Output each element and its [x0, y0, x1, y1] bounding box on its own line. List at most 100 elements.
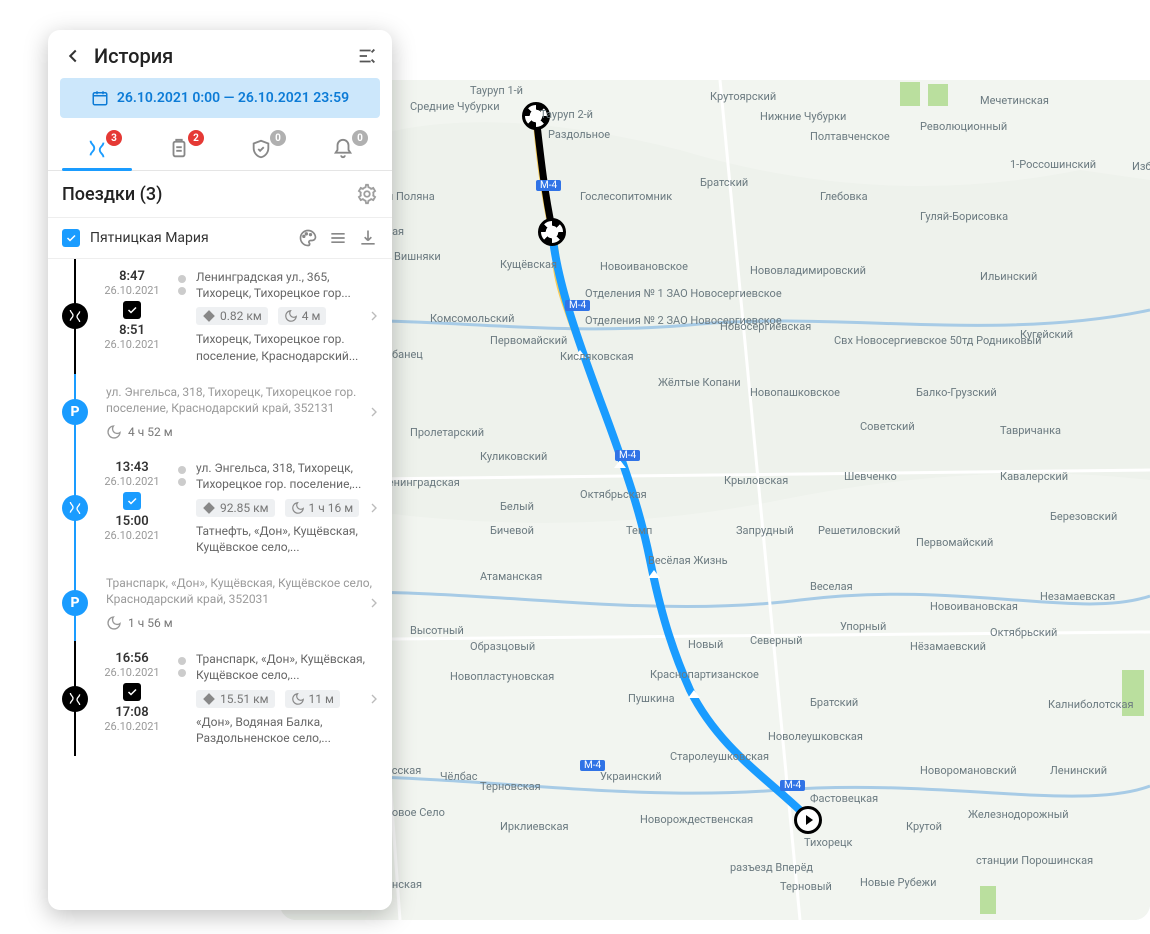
trip-end-date: 26.10.2021	[96, 529, 168, 542]
trip-end-addr: Татнефть, «Дон», Кущёвская, Кущёвское се…	[196, 523, 380, 555]
stop-addr: ул. Энгельса, 318, Тихорецк, Тихорецкое …	[106, 384, 380, 416]
trip-item[interactable]: 13:43 26.10.2021 15:00 26.10.2021 ул. Эн…	[48, 450, 392, 565]
chevron-right-icon	[366, 500, 382, 516]
gear-icon	[356, 183, 378, 205]
trip-start-date: 26.10.2021	[96, 284, 168, 297]
stop-duration: 1 ч 56 м	[106, 615, 380, 631]
parking-node-icon: P	[62, 399, 88, 425]
date-range-text: 26.10.2021 0:00 — 26.10.2021 23:59	[117, 90, 349, 106]
date-range-button[interactable]: 26.10.2021 0:00 — 26.10.2021 23:59	[60, 78, 380, 118]
check-icon	[126, 304, 138, 316]
shield-icon	[250, 138, 272, 160]
trip-node-icon	[62, 495, 88, 521]
chevron-right-icon	[366, 404, 382, 420]
trip-item[interactable]: 8:47 26.10.2021 8:51 26.10.2021 Ленингра…	[48, 259, 392, 374]
trip-end-time: 8:51	[96, 323, 168, 338]
route-icon	[86, 138, 108, 160]
trip-distance: 15.51 км	[196, 690, 275, 708]
palette-icon	[298, 228, 318, 248]
trip-checkbox[interactable]	[123, 301, 141, 319]
trip-list[interactable]: 8:47 26.10.2021 8:51 26.10.2021 Ленингра…	[48, 259, 392, 910]
moon-icon	[106, 424, 122, 440]
tabs: 3 2 0 0	[48, 128, 392, 171]
map-marker-end-2[interactable]	[538, 218, 566, 246]
list-icon	[328, 228, 348, 248]
trip-checkbox[interactable]	[123, 492, 141, 510]
trip-node-icon	[62, 303, 88, 329]
trip-start-time-col: 13:43 26.10.2021 15:00 26.10.2021	[96, 460, 168, 542]
route-icon	[67, 308, 83, 324]
moon-icon	[291, 501, 305, 515]
trip-dots	[176, 651, 188, 679]
route-icon	[67, 691, 83, 707]
chevron-right-icon	[366, 595, 382, 611]
history-panel: История 26.10.2021 0:00 — 26.10.2021 23:…	[48, 30, 392, 910]
tab-reports[interactable]: 2	[138, 128, 220, 170]
check-icon	[126, 686, 138, 698]
direction-icon	[202, 309, 216, 323]
tab-alerts-badge: 0	[352, 130, 368, 146]
tab-trips[interactable]: 3	[56, 128, 138, 170]
parking-node-icon: P	[62, 590, 88, 616]
trip-dots	[176, 460, 188, 488]
route-icon	[67, 500, 83, 516]
tab-reports-badge: 2	[188, 130, 204, 146]
trip-start-time: 16:56	[96, 651, 168, 666]
calendar-icon	[91, 89, 109, 107]
map-area[interactable]: КрасныйСредние ЧубуркиТауруп 1-йТауруп 2…	[280, 80, 1150, 920]
section-title: Поездки (3)	[62, 184, 356, 205]
user-checkbox[interactable]	[62, 229, 80, 247]
direction-icon	[202, 501, 216, 515]
check-icon	[65, 232, 77, 244]
panel-header: История	[48, 30, 392, 78]
direction-icon	[202, 692, 216, 706]
tab-violations-badge: 0	[270, 130, 286, 146]
trip-distance: 0.82 км	[196, 307, 268, 325]
filter-button[interactable]	[356, 45, 378, 67]
panel-title: История	[94, 44, 356, 68]
download-button[interactable]	[358, 228, 378, 248]
trip-item[interactable]: 16:56 26.10.2021 17:08 26.10.2021 Трансп…	[48, 641, 392, 756]
section-head: Поездки (3)	[48, 171, 392, 218]
trip-dots	[176, 269, 188, 297]
map-marker-end-1[interactable]	[522, 102, 550, 130]
moon-icon	[291, 692, 305, 706]
stop-item[interactable]: P Транспарк, «Дон», Кущёвская, Кущёвское…	[48, 565, 392, 641]
trip-end-date: 26.10.2021	[96, 720, 168, 733]
back-button[interactable]	[62, 45, 84, 67]
trip-start-addr: ул. Энгельса, 318, Тихорецк, Тихорецкое …	[196, 460, 380, 492]
list-button[interactable]	[328, 228, 348, 248]
trip-start-addr: Транспарк, «Дон», Кущёвская, Кущёвское с…	[196, 651, 380, 683]
trip-checkbox[interactable]	[123, 683, 141, 701]
stop-duration: 4 ч 52 м	[106, 424, 380, 440]
moon-icon	[284, 309, 298, 323]
clipboard-icon	[168, 138, 190, 160]
trip-start-time-col: 16:56 26.10.2021 17:08 26.10.2021	[96, 651, 168, 733]
trip-end-time: 17:08	[96, 705, 168, 720]
trip-duration: 4 м	[278, 307, 327, 325]
download-icon	[358, 228, 378, 248]
trip-end-addr: «Дон», Водяная Балка, Раздольненское сел…	[196, 714, 380, 746]
trip-start-date: 26.10.2021	[96, 666, 168, 679]
trip-start-time: 13:43	[96, 460, 168, 475]
trip-distance: 92.85 км	[196, 499, 275, 517]
trip-start-date: 26.10.2021	[96, 475, 168, 488]
check-icon	[126, 495, 138, 507]
trip-start-time-col: 8:47 26.10.2021 8:51 26.10.2021	[96, 269, 168, 351]
stop-item[interactable]: P ул. Энгельса, 318, Тихорецк, Тихорецко…	[48, 374, 392, 450]
tab-trips-badge: 3	[106, 130, 122, 146]
trip-end-time: 15:00	[96, 514, 168, 529]
tab-violations[interactable]: 0	[220, 128, 302, 170]
trip-duration: 1 ч 16 м	[285, 499, 360, 517]
moon-icon	[106, 615, 122, 631]
tab-alerts[interactable]: 0	[302, 128, 384, 170]
map-marker-start[interactable]	[794, 806, 822, 834]
settings-button[interactable]	[356, 183, 378, 205]
bell-icon	[332, 138, 354, 160]
user-row: Пятницкая Мария	[48, 218, 392, 259]
trip-end-date: 26.10.2021	[96, 338, 168, 351]
user-name: Пятницкая Мария	[90, 230, 288, 246]
trip-start-addr: Ленинградская ул., 365, Тихорецк, Тихоре…	[196, 269, 380, 301]
palette-button[interactable]	[298, 228, 318, 248]
chevron-right-icon	[366, 691, 382, 707]
